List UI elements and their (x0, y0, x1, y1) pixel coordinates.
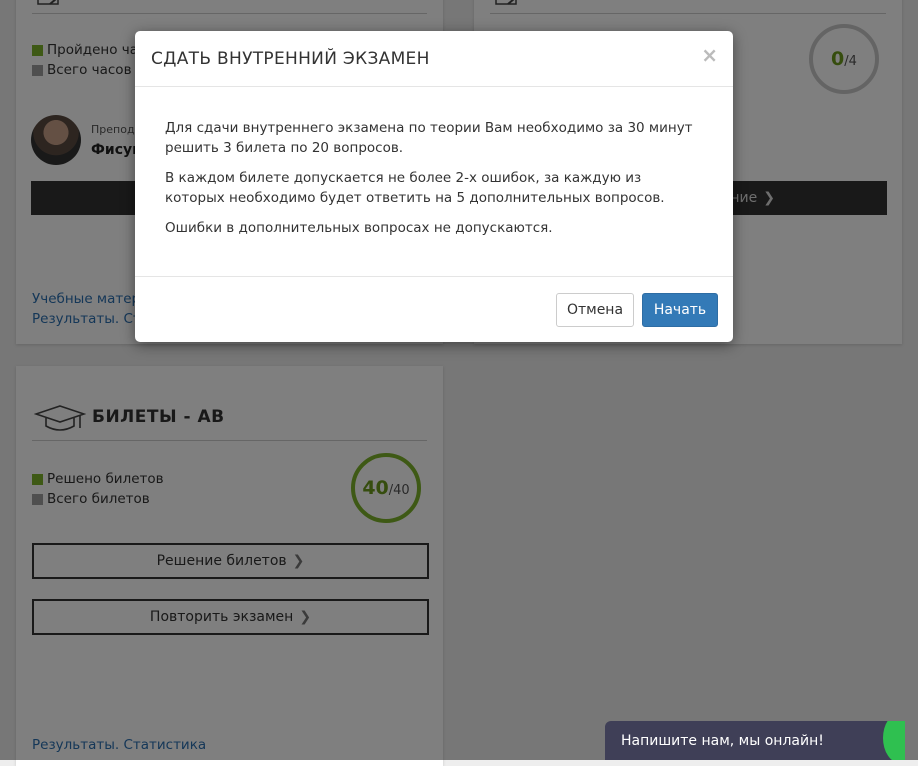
chat-widget-label: Напишите нам, мы онлайн! (621, 732, 824, 749)
start-button[interactable]: Начать (642, 293, 718, 327)
exam-modal: СДАТЬ ВНУТРЕННИЙ ЭКЗАМЕН × Для сдачи вну… (135, 31, 733, 342)
modal-body: Для сдачи внутреннего экзамена по теории… (135, 87, 733, 278)
close-icon[interactable]: × (701, 43, 718, 67)
modal-title: СДАТЬ ВНУТРЕННИЙ ЭКЗАМЕН (151, 49, 430, 69)
chat-widget-button[interactable]: Напишите нам, мы онлайн! (605, 721, 905, 760)
modal-paragraph-3: Ошибки в дополнительных вопросах не допу… (165, 220, 553, 236)
modal-footer: Отмена Начать (135, 276, 733, 343)
online-status-indicator (883, 721, 905, 760)
modal-header: СДАТЬ ВНУТРЕННИЙ ЭКЗАМЕН × (135, 31, 733, 87)
modal-paragraph-1: Для сдачи внутреннего экзамена по теории… (165, 120, 693, 156)
modal-paragraph-2: В каждом билете допускается не более 2-х… (165, 170, 665, 206)
cancel-button[interactable]: Отмена (556, 293, 634, 327)
